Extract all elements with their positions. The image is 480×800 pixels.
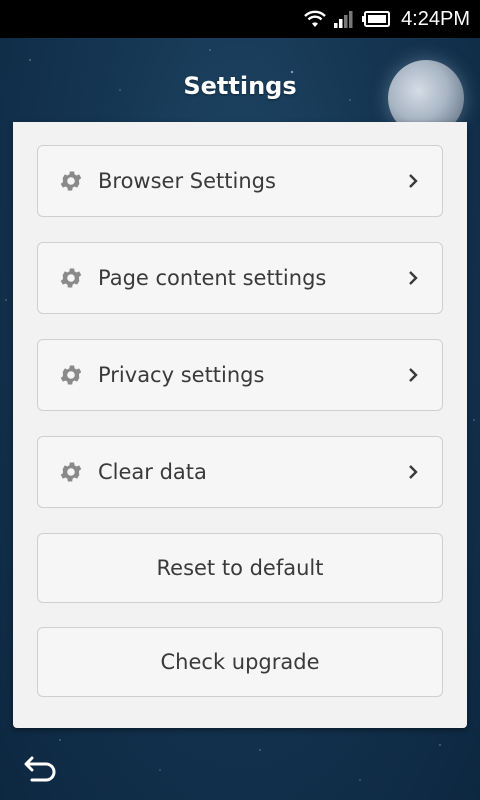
status-time: 4:24PM [401, 7, 470, 30]
browser-settings-label: Browser Settings [98, 169, 276, 193]
chevron-right-icon [409, 271, 418, 285]
gear-icon [60, 171, 82, 191]
signal-icon [333, 9, 355, 29]
chevron-right-icon [409, 174, 418, 188]
page-title: Settings [183, 72, 297, 100]
browser-settings-button[interactable]: Browser Settings [37, 145, 443, 217]
clear-data-button[interactable]: Clear data [37, 436, 443, 508]
privacy-settings-button[interactable]: Privacy settings [37, 339, 443, 411]
check-upgrade-label: Check upgrade [160, 650, 320, 674]
back-arrow-icon [24, 756, 56, 782]
clear-data-label: Clear data [98, 460, 207, 484]
battery-icon [361, 10, 391, 28]
check-upgrade-button[interactable]: Check upgrade [37, 627, 443, 697]
settings-panel: Browser Settings Page content settings P… [13, 122, 467, 728]
reset-to-default-label: Reset to default [156, 556, 324, 580]
gear-icon [60, 365, 82, 385]
privacy-settings-label: Privacy settings [98, 363, 265, 387]
gear-icon [60, 462, 82, 482]
chevron-right-icon [409, 368, 418, 382]
page-content-settings-label: Page content settings [98, 266, 327, 290]
back-button[interactable] [22, 752, 62, 784]
header: Settings [0, 38, 480, 136]
status-bar: 4:24PM [0, 0, 480, 38]
chevron-right-icon [409, 465, 418, 479]
gear-icon [60, 268, 82, 288]
wifi-icon [303, 9, 327, 29]
reset-to-default-button[interactable]: Reset to default [37, 533, 443, 603]
page-content-settings-button[interactable]: Page content settings [37, 242, 443, 314]
